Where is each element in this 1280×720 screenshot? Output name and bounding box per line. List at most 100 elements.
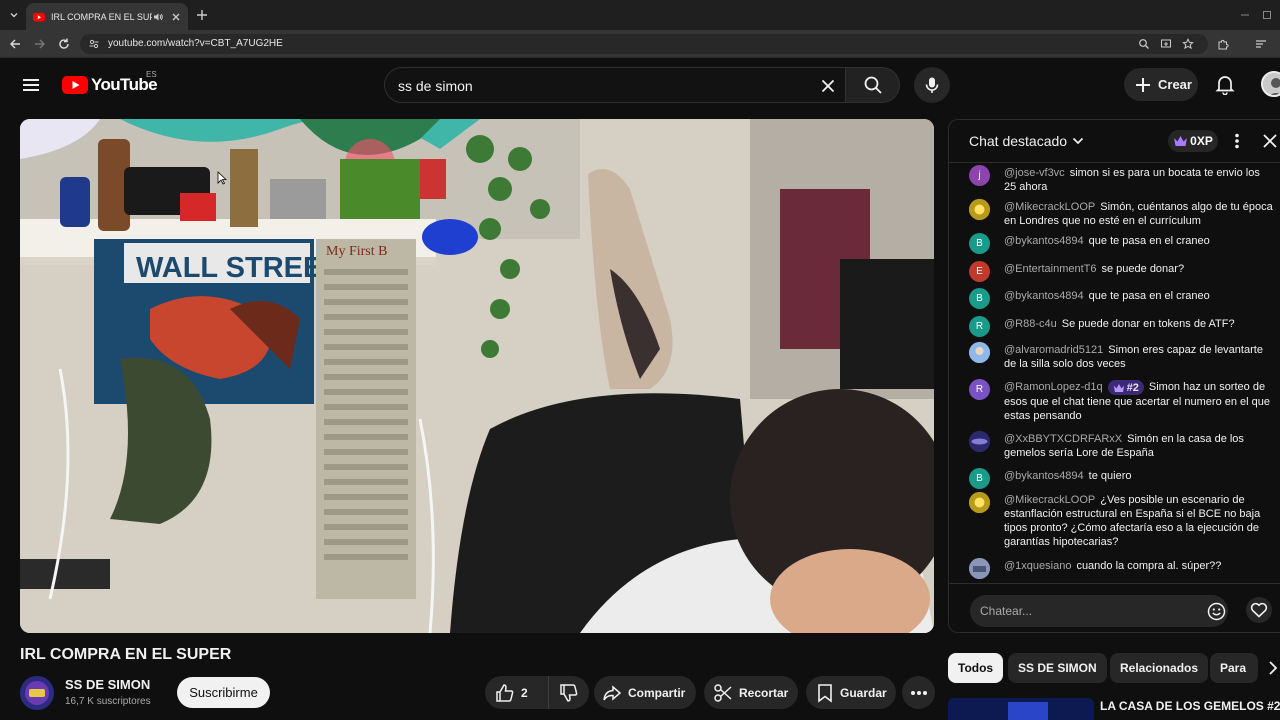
- browser-tabbar: IRL COMPRA EN EL SUPER: [0, 0, 1280, 30]
- search-button[interactable]: [846, 67, 900, 103]
- dislike-button[interactable]: [549, 676, 589, 709]
- menu-icon[interactable]: [20, 74, 42, 96]
- chevron-right-icon[interactable]: [1266, 660, 1280, 676]
- reaction-button[interactable]: [1246, 597, 1272, 623]
- chip-todos[interactable]: Todos: [948, 653, 1004, 683]
- zoom-icon[interactable]: [1138, 38, 1150, 50]
- youtube-header: YouTube ES ss de simon Crear: [0, 58, 1280, 112]
- close-chat-icon[interactable]: [1261, 132, 1279, 150]
- chat-author[interactable]: @bykantos4894: [1004, 470, 1084, 482]
- url-text: youtube.com/watch?v=CBT_A7UG2HE: [108, 38, 283, 49]
- reading-list-icon[interactable]: [1254, 37, 1268, 51]
- voice-search-button[interactable]: [914, 67, 950, 103]
- like-button[interactable]: 2: [485, 676, 549, 709]
- browser-tab[interactable]: IRL COMPRA EN EL SUPER: [26, 3, 188, 30]
- avatar-letter: B: [976, 472, 983, 484]
- subscribe-button[interactable]: Suscribirme: [177, 677, 270, 708]
- chat-author[interactable]: @R88-c4u: [1004, 318, 1057, 330]
- extensions-icon[interactable]: [1216, 37, 1230, 51]
- chip-channel[interactable]: SS DE SIMON: [1008, 653, 1107, 683]
- speaker-icon[interactable]: [152, 11, 164, 23]
- chat-author[interactable]: @MikecrackLOOP: [1004, 494, 1095, 506]
- create-button[interactable]: Crear: [1124, 68, 1198, 101]
- chat-author[interactable]: @MikecrackLOOP: [1004, 201, 1095, 213]
- chat-author[interactable]: @RamonLopez-d1q: [1004, 381, 1103, 393]
- clear-search-icon[interactable]: [819, 77, 837, 95]
- chip-related[interactable]: Relacionados: [1110, 653, 1209, 683]
- chat-author-avatar[interactable]: R: [969, 379, 990, 400]
- account-avatar[interactable]: [1261, 71, 1280, 97]
- video-player[interactable]: WALL STREET My First B: [20, 119, 934, 633]
- back-arrow-icon[interactable]: [8, 37, 22, 51]
- planet-avatar-icon: [969, 431, 990, 452]
- save-button[interactable]: Guardar: [806, 676, 896, 709]
- youtube-play-logo-icon: [62, 76, 88, 94]
- chat-input-area: Chatear...: [949, 583, 1280, 632]
- chat-author-avatar[interactable]: [969, 558, 990, 579]
- chat-title: Chat destacado: [969, 133, 1068, 149]
- chat-author-avatar[interactable]: B: [969, 233, 990, 254]
- forward-arrow-icon[interactable]: [33, 37, 47, 51]
- rank-label: #2: [1126, 381, 1139, 394]
- new-tab-icon[interactable]: [194, 7, 210, 23]
- video-frame[interactable]: WALL STREET My First B: [20, 119, 934, 633]
- chat-author-avatar[interactable]: [969, 199, 990, 220]
- chat-author-avatar[interactable]: [969, 492, 990, 513]
- bookmark-icon: [818, 683, 832, 703]
- channel-avatar[interactable]: [20, 676, 54, 710]
- notifications-bell-icon[interactable]: [1214, 73, 1236, 95]
- chat-author-avatar[interactable]: E: [969, 261, 990, 282]
- chat-author[interactable]: @EntertainmentT6: [1004, 263, 1097, 275]
- cast-icon[interactable]: [1160, 38, 1172, 50]
- search-query: ss de simon: [398, 78, 473, 94]
- chat-author[interactable]: @bykantos4894: [1004, 290, 1084, 302]
- chat-author-avatar[interactable]: B: [969, 288, 990, 309]
- chat-message-list[interactable]: j @jose-vf3vc simon si es para un bocata …: [949, 163, 1280, 583]
- chip-para[interactable]: Para: [1210, 653, 1258, 683]
- chat-author-avatar[interactable]: B: [969, 468, 990, 489]
- site-info-icon[interactable]: [88, 38, 100, 50]
- chat-author-avatar[interactable]: [969, 342, 990, 363]
- share-arrow-icon: [603, 684, 622, 701]
- tab-title: IRL COMPRA EN EL SUPER: [51, 11, 152, 22]
- xp-badge[interactable]: 0XP: [1168, 130, 1218, 152]
- like-dislike-group: 2: [485, 676, 589, 709]
- crown-icon: [1174, 136, 1188, 146]
- share-button[interactable]: Compartir: [594, 676, 696, 709]
- youtube-logo[interactable]: YouTube ES: [62, 70, 158, 95]
- emoji-icon[interactable]: [1207, 602, 1226, 621]
- chat-mode-dropdown[interactable]: Chat destacado: [969, 133, 1085, 149]
- microphone-icon: [925, 77, 939, 93]
- clip-label: Recortar: [739, 685, 789, 700]
- minimize-icon[interactable]: [1238, 8, 1252, 22]
- create-label: Crear: [1158, 77, 1192, 92]
- close-tab-icon[interactable]: [170, 11, 182, 23]
- chevron-down-icon: [1072, 137, 1084, 145]
- more-actions-button[interactable]: [902, 676, 935, 709]
- search-input[interactable]: ss de simon: [384, 67, 846, 103]
- address-bar[interactable]: youtube.com/watch?v=CBT_A7UG2HE: [80, 34, 1208, 54]
- related-video-thumbnail[interactable]: [948, 698, 1094, 720]
- chat-author[interactable]: @1xquesiano: [1004, 560, 1071, 572]
- more-vertical-icon[interactable]: [1228, 132, 1246, 150]
- avatar-letter: E: [976, 265, 983, 277]
- chat-author-avatar[interactable]: R: [969, 316, 990, 337]
- clip-button[interactable]: Recortar: [704, 676, 798, 709]
- rank-badge: #2: [1107, 380, 1144, 395]
- chat-author-avatar[interactable]: [969, 431, 990, 452]
- chat-author[interactable]: @jose-vf3vc: [1004, 167, 1065, 179]
- chat-input[interactable]: Chatear...: [970, 595, 1228, 627]
- image-avatar-icon: [969, 558, 990, 579]
- chat-author[interactable]: @alvaromadrid5121: [1004, 344, 1103, 356]
- thumbs-down-icon: [560, 683, 578, 702]
- maximize-icon[interactable]: [1260, 8, 1274, 22]
- chat-author[interactable]: @bykantos4894: [1004, 235, 1084, 247]
- related-video-title[interactable]: LA CASA DE LOS GEMELOS #2 |: [1100, 699, 1280, 713]
- reload-icon[interactable]: [57, 37, 71, 51]
- avatar-letter: B: [976, 292, 983, 304]
- chat-author-avatar[interactable]: j: [969, 165, 990, 186]
- channel-name[interactable]: SS DE SIMON: [65, 677, 150, 692]
- chat-author[interactable]: @XxBBYTXCDRFARxX: [1004, 433, 1122, 445]
- bookmark-star-icon[interactable]: [1182, 38, 1194, 50]
- tab-list-button[interactable]: [4, 5, 24, 25]
